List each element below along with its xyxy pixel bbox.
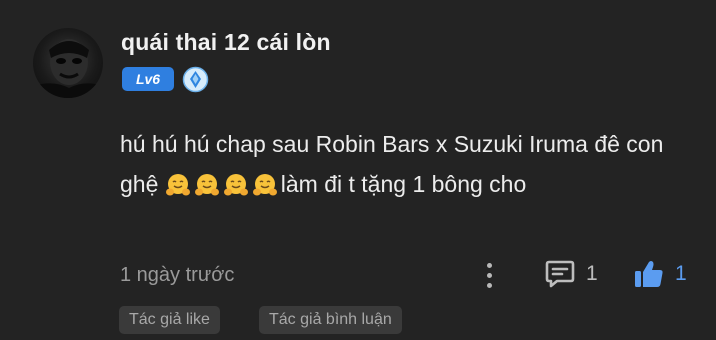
reply-count: 1 (586, 262, 598, 285)
hugging-face-emoji (194, 174, 219, 196)
author-like-tag: Tác giả like (119, 306, 220, 334)
emoji-group (165, 171, 281, 197)
hugging-face-emoji (165, 174, 190, 196)
comment-icon (545, 260, 575, 288)
avatar[interactable] (33, 28, 103, 98)
more-vertical-icon-dot (486, 272, 492, 278)
more-vertical-icon-dot (486, 282, 492, 288)
reply-button[interactable]: 1 (544, 259, 598, 289)
thumbs-up-icon (635, 261, 663, 287)
avatar-image (33, 39, 103, 98)
more-vertical-icon (486, 262, 492, 268)
more-button[interactable] (477, 258, 501, 292)
username[interactable]: quái thai 12 cái lòn (121, 29, 331, 56)
level-badge: Lv6 (122, 67, 174, 91)
hugging-face-emoji (223, 174, 248, 196)
diamond-rank-icon (182, 66, 209, 93)
like-count: 1 (675, 262, 687, 285)
comment-text-part2: làm đi t tặng 1 bông cho (280, 171, 527, 197)
author-comment-tag: Tác giả bình luận (259, 306, 402, 334)
hugging-face-emoji (252, 174, 277, 196)
like-button[interactable]: 1 (633, 258, 687, 290)
comment-text: hú hú hú chap sau Robin Bars x Suzuki Ir… (120, 124, 690, 204)
comment-timestamp: 1 ngày trước (120, 264, 235, 286)
